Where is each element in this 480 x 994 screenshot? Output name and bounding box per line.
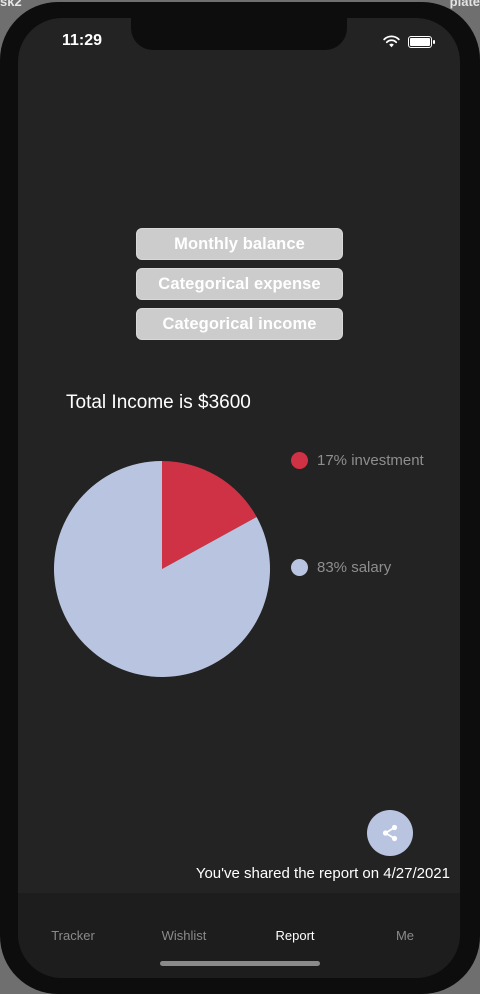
home-indicator (160, 961, 320, 966)
status-icons (383, 35, 435, 48)
status-time: 11:29 (62, 32, 103, 49)
categorical-income-button[interactable]: Categorical income (136, 308, 343, 340)
share-button[interactable] (367, 810, 413, 856)
report-type-buttons: Monthly balance Categorical expense Cate… (136, 228, 343, 340)
chart-title: Total Income is $3600 (66, 392, 251, 413)
monthly-balance-button[interactable]: Monthly balance (136, 228, 343, 260)
legend-item-investment: 17% investment (291, 452, 424, 469)
legend-label-salary: 83% salary (317, 559, 392, 576)
device-frame: 11:29 Monthly balance Categorical expens… (0, 2, 480, 994)
device-notch (131, 18, 347, 50)
legend-label-investment: 17% investment (317, 452, 424, 469)
background-window-text-right: plate (449, 0, 480, 9)
battery-icon (408, 35, 435, 48)
bottom-tab-bar: Tracker Wishlist Report Me (18, 893, 460, 978)
background-window-text-left: sk2 (0, 0, 22, 9)
app-screen: 11:29 Monthly balance Categorical expens… (18, 18, 460, 978)
legend-dot-investment (291, 452, 308, 469)
legend-item-salary: 83% salary (291, 559, 391, 576)
wifi-icon (383, 35, 400, 48)
tab-wishlist[interactable]: Wishlist (129, 928, 239, 943)
tab-me[interactable]: Me (350, 928, 460, 943)
tab-tracker[interactable]: Tracker (18, 928, 128, 943)
categorical-expense-button[interactable]: Categorical expense (136, 268, 343, 300)
legend-dot-salary (291, 559, 308, 576)
shared-report-message: You've shared the report on 4/27/2021 (195, 865, 450, 882)
share-icon (382, 824, 398, 842)
chart-legend: 17% investment 83% salary (291, 452, 451, 592)
income-pie-chart (54, 461, 270, 677)
tab-report[interactable]: Report (240, 928, 350, 943)
